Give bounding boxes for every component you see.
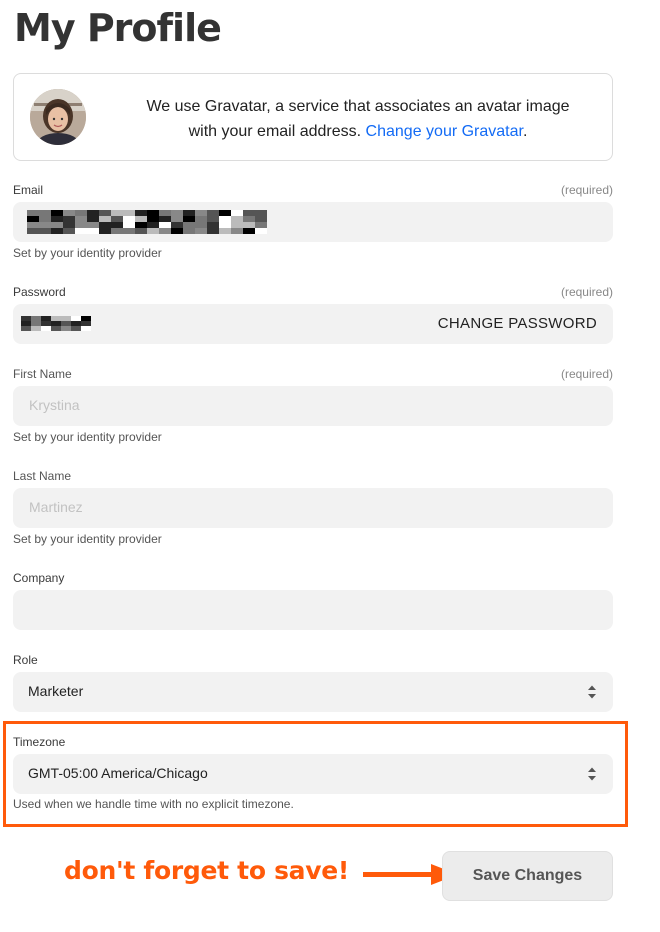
- email-redacted: [27, 210, 267, 234]
- company-label: Company: [13, 571, 65, 585]
- email-required: (required): [560, 183, 613, 197]
- gravatar-trailing: .: [522, 123, 528, 140]
- timezone-label: Timezone: [13, 735, 66, 749]
- avatar: [30, 89, 86, 145]
- change-password-button[interactable]: CHANGE PASSWORD: [438, 315, 597, 332]
- password-label: Password: [13, 285, 66, 299]
- save-changes-button[interactable]: Save Changes: [442, 851, 613, 901]
- role-value: Marketer: [28, 683, 84, 699]
- role-label: Role: [13, 653, 38, 667]
- select-arrows-icon: [587, 766, 597, 782]
- email-field[interactable]: [13, 202, 613, 242]
- page-title: My Profile: [14, 6, 222, 50]
- gravatar-text-line2: with your email address. Change your Gra…: [114, 119, 602, 144]
- first-name-required: (required): [560, 367, 613, 381]
- last-name-hint: Set by your identity provider: [13, 532, 162, 546]
- timezone-select[interactable]: GMT-05:00 America/Chicago: [13, 754, 613, 794]
- password-field[interactable]: CHANGE PASSWORD: [13, 304, 613, 344]
- first-name-placeholder: Krystina: [29, 397, 80, 413]
- select-arrows-icon: [587, 684, 597, 700]
- password-required: (required): [560, 285, 613, 299]
- email-label: Email: [13, 183, 44, 197]
- gravatar-text-line1: We use Gravatar, a service that associat…: [146, 98, 570, 115]
- role-select[interactable]: Marketer: [13, 672, 613, 712]
- password-redacted: [21, 316, 91, 331]
- change-gravatar-link[interactable]: Change your Gravatar: [366, 123, 523, 140]
- timezone-value: GMT-05:00 America/Chicago: [28, 765, 208, 781]
- timezone-hint: Used when we handle time with no explici…: [13, 797, 294, 811]
- last-name-placeholder: Martinez: [29, 499, 83, 515]
- last-name-label: Last Name: [13, 469, 72, 483]
- last-name-field[interactable]: Martinez: [13, 488, 613, 528]
- email-hint: Set by your identity provider: [13, 246, 162, 260]
- gravatar-description: We use Gravatar, a service that associat…: [114, 94, 602, 144]
- gravatar-text: with your email address.: [188, 123, 362, 140]
- company-field[interactable]: [13, 590, 613, 630]
- save-reminder-annotation: don't forget to save!: [64, 856, 349, 885]
- first-name-hint: Set by your identity provider: [13, 430, 162, 444]
- first-name-field[interactable]: Krystina: [13, 386, 613, 426]
- gravatar-card: We use Gravatar, a service that associat…: [13, 73, 613, 161]
- first-name-label: First Name: [13, 367, 72, 381]
